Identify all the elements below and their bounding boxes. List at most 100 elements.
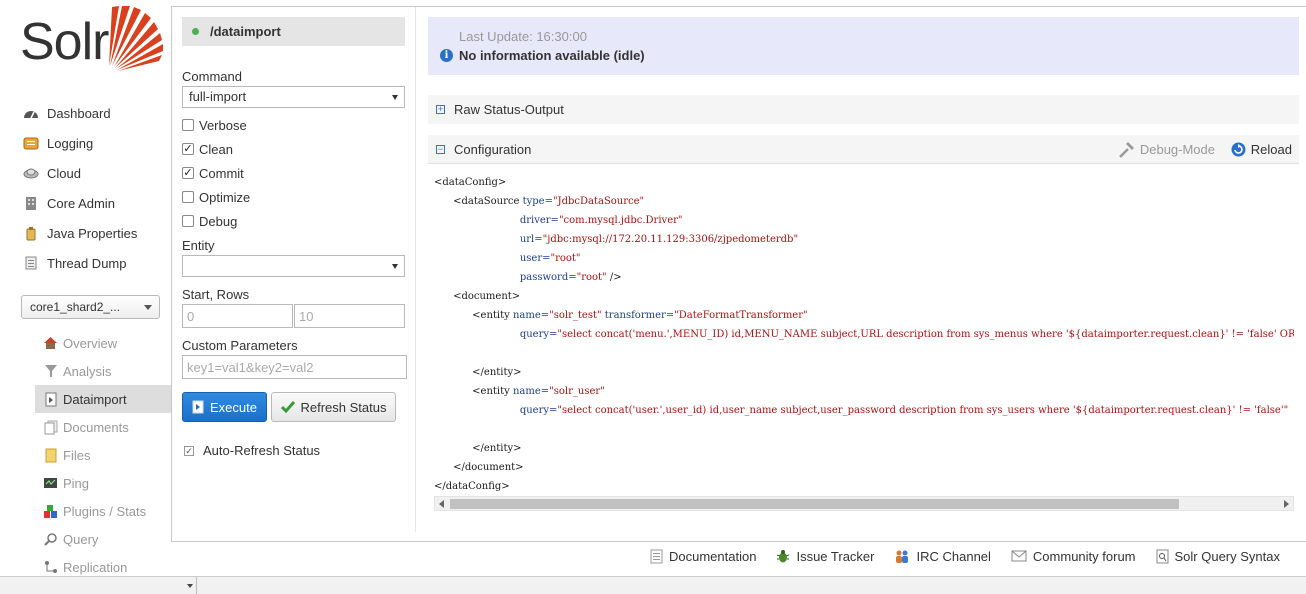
scroll-left-icon[interactable]: [439, 500, 444, 508]
configuration-label: Configuration: [454, 141, 532, 157]
optimize-checkbox[interactable]: Optimize: [182, 189, 250, 205]
config-token: query=: [519, 405, 558, 416]
status-panel: Last Update: 16:30:00 i No information a…: [428, 17, 1299, 75]
status-bar-segment[interactable]: [0, 577, 197, 594]
config-token: <dataSource: [453, 196, 523, 207]
main-nav: Dashboard Logging Cloud Core Admin Java …: [22, 98, 172, 278]
custom-params-input[interactable]: key1=val1&key2=val2: [182, 355, 407, 379]
nav-cloud[interactable]: Cloud: [22, 158, 172, 188]
start-input[interactable]: 0: [182, 304, 293, 328]
config-token: "solr_user": [549, 386, 605, 397]
command-select-value: full-import: [189, 89, 247, 104]
nav-thread-dump[interactable]: Thread Dump: [22, 248, 172, 278]
debug-mode-button[interactable]: Debug-Mode: [1118, 135, 1215, 164]
reload-button[interactable]: Reload: [1231, 135, 1292, 164]
solr-logo[interactable]: Solr: [20, 4, 163, 74]
config-line: <dataSource type="JdbcDataSource": [434, 192, 1294, 211]
entity-label: Entity: [182, 238, 215, 253]
config-token: </document>: [453, 462, 524, 473]
entity-select[interactable]: [182, 255, 405, 277]
config-token: "com.mysql.jdbc.Driver": [558, 215, 683, 226]
config-token: />: [606, 272, 622, 283]
checkbox-box: [182, 191, 194, 203]
config-line: <entity name="solr_test" transformer="Da…: [434, 306, 1294, 325]
status-dot-icon: [192, 28, 199, 35]
footer-documentation[interactable]: Documentation: [650, 549, 756, 564]
optimize-label: Optimize: [199, 189, 251, 205]
auto-refresh-checkbox[interactable]: ✓ Auto-Refresh Status: [184, 443, 320, 458]
config-token: "root": [550, 253, 581, 264]
scroll-right-icon[interactable]: [1284, 500, 1289, 508]
core-nav-query-label: Query: [63, 531, 99, 547]
config-token: password=: [519, 272, 577, 283]
commit-checkbox[interactable]: ✓ Commit: [182, 165, 244, 181]
core-nav-plugins-stats[interactable]: Plugins / Stats: [35, 497, 172, 525]
custom-params-label: Custom Parameters: [182, 338, 298, 353]
scrollbar-thumb[interactable]: [450, 499, 1179, 509]
config-token: <entity: [472, 386, 513, 397]
raw-status-section[interactable]: + Raw Status-Output: [428, 95, 1299, 124]
nav-core-admin-label: Core Admin: [47, 195, 115, 211]
query-icon: [43, 532, 58, 546]
config-token: url=: [519, 234, 543, 245]
horizontal-scrollbar[interactable]: [434, 496, 1294, 511]
verbose-label: Verbose: [199, 117, 247, 133]
status-message: i No information available (idle): [440, 48, 645, 63]
config-token: "select concat('menu.',MENU_ID) id,MENU_…: [557, 329, 1294, 340]
core-nav-ping-label: Ping: [63, 475, 90, 491]
config-token: query=: [519, 329, 558, 340]
nav-dashboard-label: Dashboard: [47, 105, 111, 121]
config-line: <document>: [434, 287, 1294, 306]
nav-thread-dump-label: Thread Dump: [47, 255, 127, 271]
nav-core-admin[interactable]: Core Admin: [22, 188, 172, 218]
refresh-status-button[interactable]: Refresh Status: [271, 392, 396, 422]
footer-issue-tracker[interactable]: Issue Tracker: [776, 549, 874, 564]
footer-links: Documentation Issue Tracker IRC Channel …: [650, 546, 1280, 566]
core-nav-files[interactable]: Files: [35, 441, 172, 469]
dashboard-icon: [22, 106, 39, 120]
footer-solr-query-syntax[interactable]: Solr Query Syntax: [1156, 549, 1280, 564]
core-nav-ping[interactable]: Ping: [35, 469, 172, 497]
debug-mode-label: Debug-Mode: [1139, 142, 1215, 157]
config-line: user="root": [434, 249, 1294, 268]
footer-irc-channel-label: IRC Channel: [916, 548, 991, 564]
execute-button[interactable]: Execute: [182, 392, 267, 422]
footer-irc-channel[interactable]: IRC Channel: [894, 548, 991, 564]
files-icon: [43, 448, 58, 462]
core-nav-overview[interactable]: Overview: [35, 329, 172, 357]
config-token: "select concat('user.',user_id) id,user_…: [557, 405, 1289, 416]
core-nav-documents-label: Documents: [63, 419, 129, 435]
core-nav-analysis-label: Analysis: [63, 363, 112, 379]
checkmark-icon: ✓: [182, 167, 194, 179]
rows-input[interactable]: 10: [294, 304, 405, 328]
debug-checkbox[interactable]: Debug: [182, 213, 237, 229]
core-nav-query[interactable]: Query: [35, 525, 172, 553]
core-nav-analysis[interactable]: Analysis: [35, 357, 172, 385]
core-nav-dataimport[interactable]: Dataimport: [35, 385, 172, 413]
check-icon: [280, 401, 295, 413]
nav-logging[interactable]: Logging: [22, 128, 172, 158]
nav-logging-label: Logging: [47, 135, 94, 151]
browser-status-bar: [0, 576, 1306, 594]
config-token: transformer=: [604, 310, 675, 321]
chevron-down-icon: [187, 584, 193, 588]
command-select[interactable]: full-import: [182, 86, 405, 108]
config-line: <entity name="solr_user": [434, 382, 1294, 401]
footer-community-forum[interactable]: Community forum: [1011, 549, 1136, 564]
configuration-section[interactable]: − Configuration Debug-Mode Reload: [428, 135, 1299, 164]
core-selector[interactable]: core1_shard2_...: [21, 295, 160, 319]
config-xml: <dataConfig> <dataSource type="JdbcDataS…: [434, 173, 1294, 495]
core-nav-documents[interactable]: Documents: [35, 413, 172, 441]
clean-checkbox[interactable]: ✓ Clean: [182, 141, 233, 157]
nav-dashboard[interactable]: Dashboard: [22, 98, 172, 128]
handler-name: /dataimport: [210, 24, 281, 39]
config-token: user=: [519, 253, 551, 264]
footer-issue-tracker-label: Issue Tracker: [796, 548, 875, 564]
handler-header[interactable]: /dataimport: [182, 17, 405, 46]
verbose-checkbox[interactable]: Verbose: [182, 117, 247, 133]
command-label: Command: [182, 69, 242, 84]
nav-java-properties[interactable]: Java Properties: [22, 218, 172, 248]
documentation-icon: [650, 549, 663, 564]
clean-label: Clean: [199, 141, 233, 157]
custom-params-placeholder: key1=val1&key2=val2: [187, 360, 314, 375]
